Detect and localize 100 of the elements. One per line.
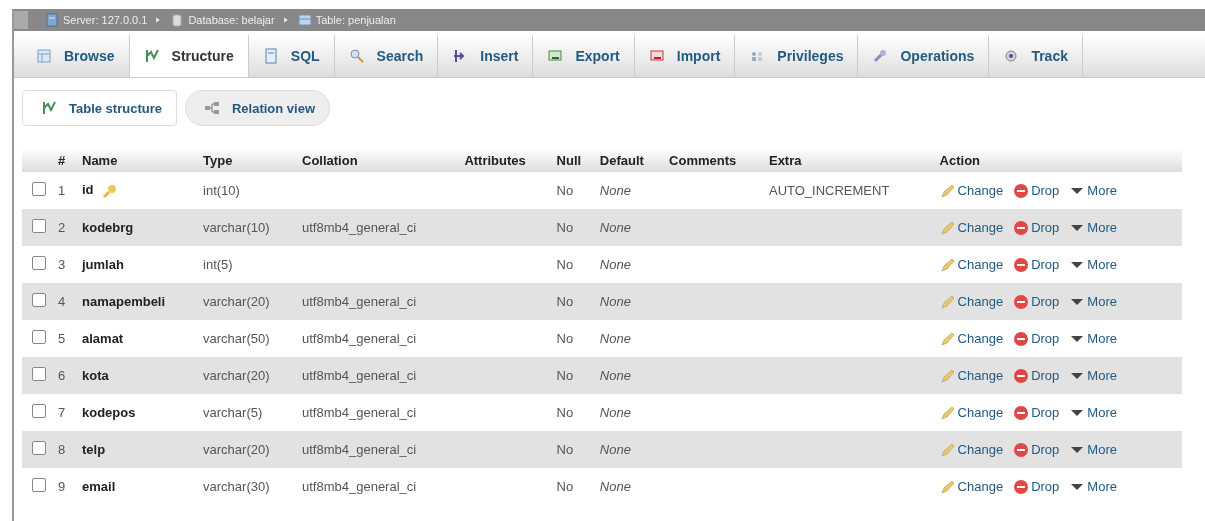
table-cell: varchar(5) xyxy=(203,405,263,420)
tab[interactable]: Structure xyxy=(129,35,249,77)
minus-circle-icon xyxy=(1013,367,1030,384)
table-cell: No xyxy=(556,479,574,494)
action-link[interactable]: Change xyxy=(939,330,1004,347)
table-cell: None xyxy=(599,220,631,235)
action-link[interactable]: Drop xyxy=(1013,256,1060,273)
row-checkbox[interactable] xyxy=(32,256,46,270)
tab[interactable]: Track xyxy=(989,35,1083,77)
export-icon xyxy=(547,48,564,64)
table-cell: None xyxy=(599,183,631,198)
eye-icon xyxy=(1003,48,1020,64)
action-link[interactable]: More xyxy=(1069,367,1117,384)
table-cell: int(5) xyxy=(203,257,233,272)
row-checkbox[interactable] xyxy=(32,367,46,381)
action-link[interactable]: Drop xyxy=(1013,330,1060,347)
table-cell: AUTO_INCREMENT xyxy=(768,183,890,198)
action-link[interactable]: Change xyxy=(939,367,1004,384)
table-cell: No xyxy=(556,405,574,420)
action-link[interactable]: More xyxy=(1069,478,1117,495)
table-cell: No xyxy=(556,183,574,198)
action-link[interactable]: Change xyxy=(939,182,1004,199)
table-cell: utf8mb4_general_ci xyxy=(302,220,417,235)
action-link[interactable]: Drop xyxy=(1013,367,1060,384)
action-link[interactable]: Change xyxy=(939,293,1004,310)
table-cell: 7 xyxy=(58,405,66,420)
tab[interactable]: Export xyxy=(533,35,635,77)
breadcrumb-link[interactable]: Database: belajar xyxy=(169,12,275,28)
row-checkbox[interactable] xyxy=(32,441,46,455)
table-cell: 4 xyxy=(58,294,66,309)
action-link[interactable]: Change xyxy=(939,219,1004,236)
table-cell: No xyxy=(556,368,574,383)
tab[interactable]: SQL xyxy=(248,35,335,77)
action-link[interactable]: Drop xyxy=(1013,219,1060,236)
pencil-icon xyxy=(939,367,956,384)
action-link[interactable]: More xyxy=(1069,219,1117,236)
table-cell: id xyxy=(82,182,94,198)
column-header: Name xyxy=(78,148,200,172)
breadcrumb-link[interactable]: Table: penjualan xyxy=(296,12,396,28)
row-checkbox[interactable] xyxy=(32,330,46,344)
action-link[interactable]: Change xyxy=(939,441,1004,458)
column-header: Default xyxy=(595,148,666,172)
table-cell: kodebrg xyxy=(82,220,134,235)
table-icon xyxy=(36,48,52,64)
document-icon xyxy=(262,48,279,64)
tab[interactable]: Privileges xyxy=(735,35,859,77)
table-cell: varchar(20) xyxy=(203,294,270,309)
minus-circle-icon xyxy=(1013,219,1030,236)
pencil-icon xyxy=(939,404,956,421)
action-link[interactable]: More xyxy=(1069,182,1117,199)
pencil-icon xyxy=(939,293,956,310)
pencil-icon xyxy=(939,478,956,495)
action-link[interactable]: More xyxy=(1069,330,1117,347)
table-cell: No xyxy=(556,294,574,309)
action-link[interactable]: Drop xyxy=(1013,441,1060,458)
tab[interactable]: Browse xyxy=(22,35,130,77)
table-cell: 6 xyxy=(58,368,66,383)
table-cell: varchar(50) xyxy=(203,331,270,346)
table-cell: utf8mb4_general_ci xyxy=(302,405,417,420)
minus-circle-icon xyxy=(1013,256,1030,273)
action-link[interactable]: Drop xyxy=(1013,478,1060,495)
action-link[interactable]: Change xyxy=(939,478,1004,495)
action-link[interactable]: Change xyxy=(939,404,1004,421)
action-link[interactable]: More xyxy=(1069,441,1117,458)
action-link[interactable]: Change xyxy=(939,256,1004,273)
column-header: Action xyxy=(935,148,1182,172)
row-checkbox[interactable] xyxy=(32,404,46,418)
action-link[interactable]: Drop xyxy=(1013,182,1060,199)
action-link[interactable]: More xyxy=(1069,293,1117,310)
table-cell: 1 xyxy=(58,183,66,198)
action-link[interactable]: More xyxy=(1069,256,1117,273)
table-cell: 3 xyxy=(58,257,66,272)
tab[interactable]: Insert xyxy=(438,35,534,77)
table-cell: No xyxy=(556,331,574,346)
tab[interactable]: Operations xyxy=(858,35,990,77)
action-link[interactable]: Drop xyxy=(1013,404,1060,421)
action-link[interactable]: Drop xyxy=(1013,293,1060,310)
table-cell: email xyxy=(82,479,116,494)
subtab[interactable]: Relation view xyxy=(184,90,331,126)
pencil-icon xyxy=(939,182,956,199)
column-header: Extra xyxy=(764,148,936,172)
table-cell: No xyxy=(556,257,574,272)
row-checkbox[interactable] xyxy=(32,182,46,196)
table-cell: None xyxy=(599,257,631,272)
table-cell: jumlah xyxy=(82,257,124,272)
tab[interactable]: Import xyxy=(634,35,736,77)
row-checkbox[interactable] xyxy=(32,219,46,233)
tab[interactable]: Search xyxy=(334,35,439,77)
column-header: Null xyxy=(552,148,596,172)
search-icon xyxy=(348,48,365,64)
table-cell: None xyxy=(599,479,631,494)
subtab[interactable]: Table structure xyxy=(22,90,177,126)
table-cell: int(10) xyxy=(203,183,240,198)
table-cell: No xyxy=(556,442,574,457)
row-checkbox[interactable] xyxy=(32,293,46,307)
column-header: Collation xyxy=(298,148,461,172)
column-header: Attributes xyxy=(460,148,553,172)
action-link[interactable]: More xyxy=(1069,404,1117,421)
row-checkbox[interactable] xyxy=(32,478,46,492)
table-cell: None xyxy=(599,442,631,457)
